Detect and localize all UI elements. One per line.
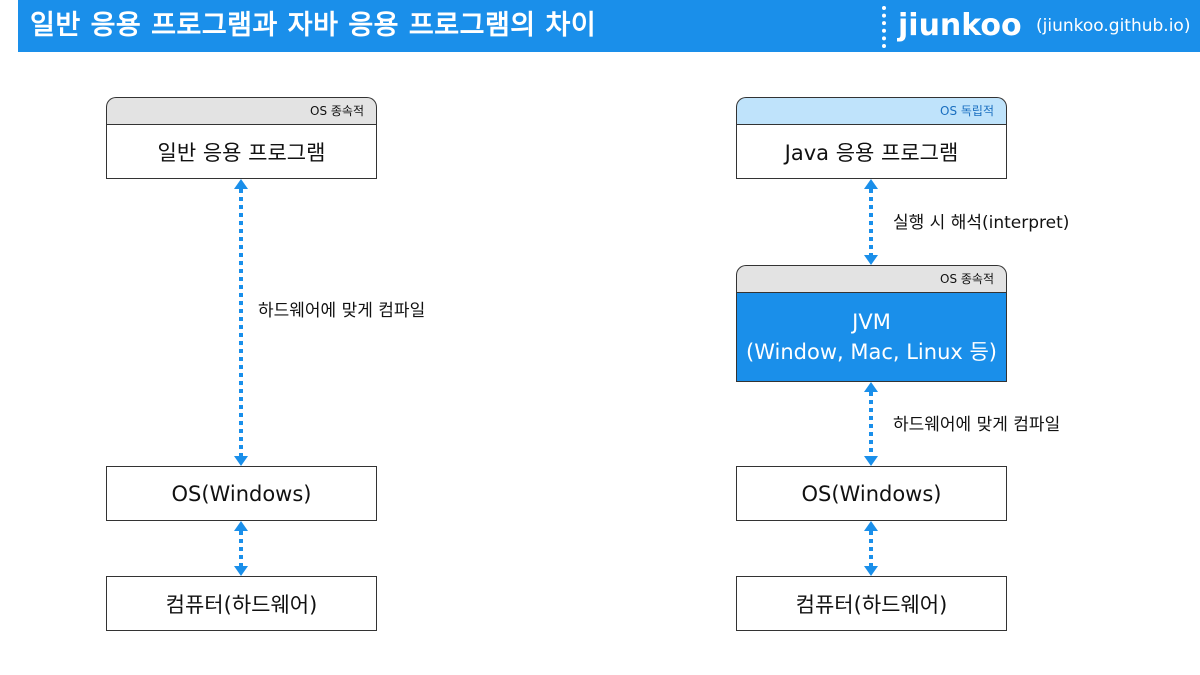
- jvm-box: JVM (Window, Mac, Linux 등): [736, 292, 1007, 382]
- left-app-box: 일반 응용 프로그램: [106, 124, 377, 179]
- left-os-box: OS(Windows): [106, 466, 377, 521]
- header-divider: [882, 6, 886, 48]
- brand-url: (jiunkoo.github.io): [1036, 16, 1191, 36]
- left-compile-arrow: [234, 179, 248, 466]
- right-os-box: OS(Windows): [736, 466, 1007, 521]
- right-compile-arrow: [864, 382, 878, 466]
- page-title: 일반 응용 프로그램과 자바 응용 프로그램의 차이: [30, 10, 597, 41]
- jvm-title: JVM: [852, 310, 891, 334]
- right-compile-label: 하드웨어에 맞게 컴파일: [893, 415, 1061, 435]
- brand-name: jiunkoo: [898, 8, 1022, 43]
- right-tab-os-dependent: OS 종속적: [736, 265, 1007, 292]
- right-interpret-arrow: [864, 179, 878, 265]
- title-banner: 일반 응용 프로그램과 자바 응용 프로그램의 차이 jiunkoo (jiun…: [18, 0, 1200, 52]
- jvm-subtitle: (Window, Mac, Linux 등): [746, 340, 997, 364]
- right-interpret-label: 실행 시 해석(interpret): [893, 213, 1070, 233]
- right-tab-os-independent: OS 독립적: [736, 97, 1007, 124]
- left-compile-label: 하드웨어에 맞게 컴파일: [258, 301, 426, 321]
- left-hardware-box: 컴퓨터(하드웨어): [106, 576, 377, 631]
- right-hw-arrow: [864, 521, 878, 576]
- right-java-app-box: Java 응용 프로그램: [736, 124, 1007, 179]
- left-hw-arrow: [234, 521, 248, 576]
- left-tab-os-dependent: OS 종속적: [106, 97, 377, 124]
- right-hardware-box: 컴퓨터(하드웨어): [736, 576, 1007, 631]
